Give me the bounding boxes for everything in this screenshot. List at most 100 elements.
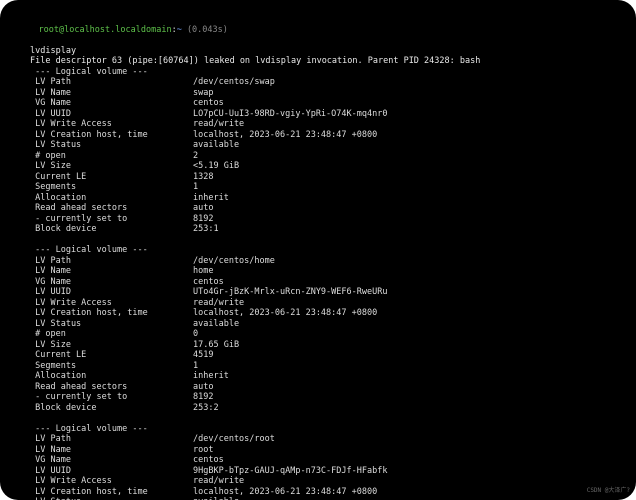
volume-header: --- Logical volume --- <box>18 245 618 256</box>
kv-value: home <box>193 266 213 276</box>
kv-value: 1328 <box>193 172 213 182</box>
kv-row: LV Statusavailable <box>18 319 618 330</box>
kv-key: LV Path <box>30 256 193 267</box>
kv-row: LV Path/dev/centos/swap <box>18 77 618 88</box>
kv-key: LV Creation host, time <box>30 308 193 319</box>
kv-key: Read ahead sectors <box>30 203 193 214</box>
kv-row: LV Write Accessread/write <box>18 298 618 309</box>
kv-row: LV Creation host, timelocalhost, 2023-06… <box>18 308 618 319</box>
kv-key: Segments <box>30 182 193 193</box>
kv-row: LV Namehome <box>18 266 618 277</box>
kv-value: centos <box>193 98 224 108</box>
prompt-user: root <box>38 25 58 35</box>
kv-row: LV Statusavailable <box>18 140 618 151</box>
kv-key: LV Creation host, time <box>30 130 193 141</box>
kv-key: LV Status <box>30 319 193 330</box>
kv-row: # open0 <box>18 329 618 340</box>
kv-value: auto <box>193 203 213 213</box>
kv-key: Current LE <box>30 350 193 361</box>
prompt-path: ~ <box>177 25 182 35</box>
kv-value: 9HgBKP-bTpz-GAUJ-qAMp-n73C-FDJf-HFabfk <box>193 466 387 476</box>
kv-row: LV Size17.65 GiB <box>18 340 618 351</box>
kv-value: 0 <box>193 329 198 339</box>
shell-prompt: root@localhost.localdomain:~ (0.043s) <box>18 14 618 46</box>
kv-key: VG Name <box>30 455 193 466</box>
kv-row: - currently set to8192 <box>18 392 618 403</box>
kv-value: 1 <box>193 182 198 192</box>
kv-row: LV Nameroot <box>18 445 618 456</box>
kv-key: VG Name <box>30 98 193 109</box>
kv-value: 4519 <box>193 350 213 360</box>
kv-row: LV Size<5.19 GiB <box>18 161 618 172</box>
kv-value: root <box>193 445 213 455</box>
kv-row: Read ahead sectorsauto <box>18 203 618 214</box>
kv-key: LV Name <box>30 88 193 99</box>
kv-row: VG Namecentos <box>18 98 618 109</box>
kv-key: Block device <box>30 403 193 414</box>
kv-value: 8192 <box>193 214 213 224</box>
kv-value: read/write <box>193 119 244 129</box>
kv-row: Read ahead sectorsauto <box>18 382 618 393</box>
kv-value: 8192 <box>193 392 213 402</box>
kv-key: LV Size <box>30 340 193 351</box>
kv-value: inherit <box>193 193 229 203</box>
kv-key: LV Write Access <box>30 298 193 309</box>
kv-row: Allocationinherit <box>18 371 618 382</box>
kv-row: LV UUIDLO7pCU-UuI3-98RD-vgiy-YpRi-O74K-m… <box>18 109 618 120</box>
kv-row: LV Path/dev/centos/home <box>18 256 618 267</box>
kv-row: VG Namecentos <box>18 455 618 466</box>
kv-value: read/write <box>193 298 244 308</box>
kv-row: LV Creation host, timelocalhost, 2023-06… <box>18 487 618 498</box>
kv-value: 2 <box>193 151 198 161</box>
kv-row: LV Path/dev/centos/root <box>18 434 618 445</box>
kv-key: VG Name <box>30 277 193 288</box>
kv-key: LV Size <box>30 161 193 172</box>
command-line: lvdisplay <box>18 46 618 57</box>
kv-row: LV Write Accessread/write <box>18 119 618 130</box>
kv-key: LV Name <box>30 266 193 277</box>
kv-value: auto <box>193 382 213 392</box>
kv-key: Read ahead sectors <box>30 382 193 393</box>
kv-key: Segments <box>30 361 193 372</box>
terminal-window[interactable]: root@localhost.localdomain:~ (0.043s) lv… <box>0 0 636 500</box>
kv-row: # open2 <box>18 151 618 162</box>
kv-key: Allocation <box>30 371 193 382</box>
kv-value: 17.65 GiB <box>193 340 239 350</box>
kv-key: LV Write Access <box>30 476 193 487</box>
kv-row: LV Write Accessread/write <box>18 476 618 487</box>
kv-row: VG Namecentos <box>18 277 618 288</box>
kv-value: centos <box>193 455 224 465</box>
lvdisplay-output: --- Logical volume --- LV Path/dev/cento… <box>18 67 618 500</box>
kv-value: centos <box>193 277 224 287</box>
kv-row: LV UUID9HgBKP-bTpz-GAUJ-qAMp-n73C-FDJf-H… <box>18 466 618 477</box>
kv-key: - currently set to <box>30 214 193 225</box>
kv-row: Block device253:2 <box>18 403 618 414</box>
kv-key: LV Name <box>30 445 193 456</box>
kv-value: UTo4Gr-jBzK-Mrlx-uRcn-ZNY9-WEF6-RweURu <box>193 287 387 297</box>
kv-row: Block device253:1 <box>18 224 618 235</box>
prompt-timing: (0.043s) <box>187 25 228 35</box>
kv-key: Current LE <box>30 172 193 183</box>
kv-value: localhost, 2023-06-21 23:48:47 +0800 <box>193 130 377 140</box>
kv-value: /dev/centos/home <box>193 256 275 266</box>
kv-value: /dev/centos/swap <box>193 77 275 87</box>
kv-key: LV Creation host, time <box>30 487 193 498</box>
kv-key: Allocation <box>30 193 193 204</box>
kv-row: Current LE4519 <box>18 350 618 361</box>
warning-line: File descriptor 63 (pipe:[60764]) leaked… <box>18 56 618 67</box>
kv-key: # open <box>30 329 193 340</box>
kv-key: LV Write Access <box>30 119 193 130</box>
kv-value: 253:2 <box>193 403 219 413</box>
kv-value: localhost, 2023-06-21 23:48:47 +0800 <box>193 308 377 318</box>
kv-value: available <box>193 319 239 329</box>
kv-row: - currently set to8192 <box>18 214 618 225</box>
blank-line <box>18 235 618 246</box>
kv-key: Block device <box>30 224 193 235</box>
kv-value: inherit <box>193 371 229 381</box>
kv-value: read/write <box>193 476 244 486</box>
kv-key: LV Status <box>30 140 193 151</box>
volume-header: --- Logical volume --- <box>18 67 618 78</box>
kv-value: available <box>193 140 239 150</box>
kv-value: localhost, 2023-06-21 23:48:47 +0800 <box>193 487 377 497</box>
kv-row: Allocationinherit <box>18 193 618 204</box>
